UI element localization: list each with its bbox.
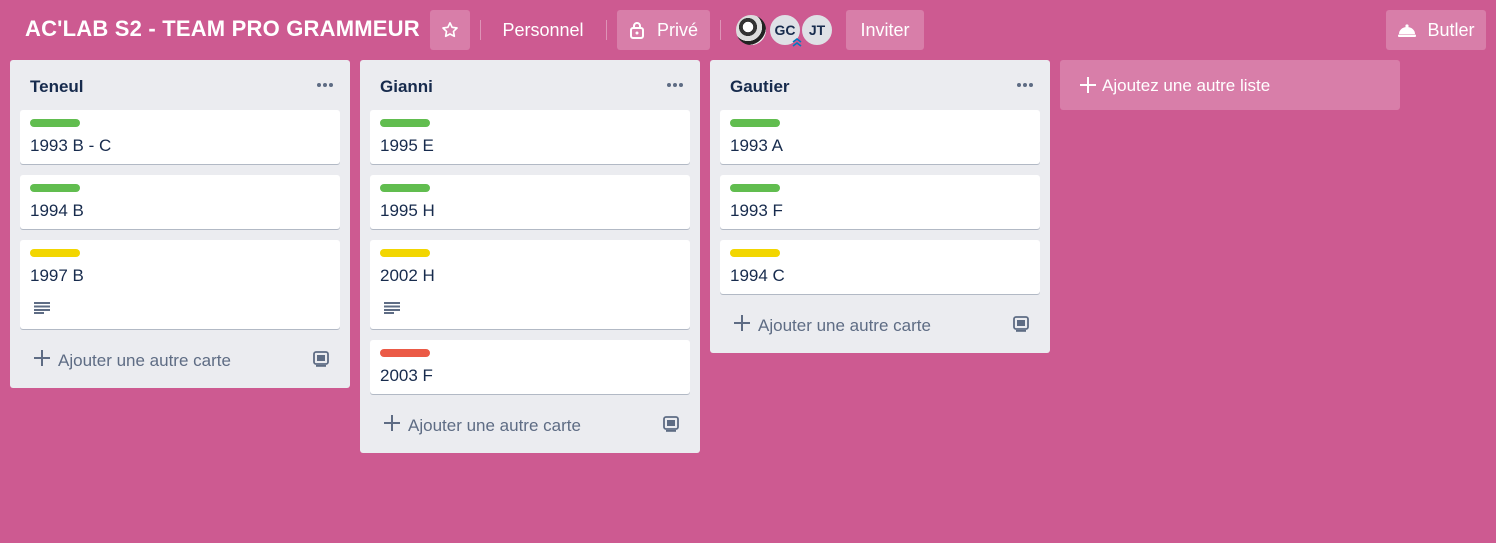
butler-button[interactable]: Butler: [1386, 10, 1486, 50]
add-card-button[interactable]: Ajouter une autre carte: [20, 340, 340, 380]
card-template-icon[interactable]: [1012, 315, 1030, 333]
card[interactable]: 2003 F: [370, 340, 690, 394]
invite-label: Inviter: [860, 19, 910, 40]
add-list-button[interactable]: Ajoutez une autre liste: [1060, 60, 1400, 110]
card[interactable]: 1994 B: [20, 175, 340, 229]
card[interactable]: 1993 F: [720, 175, 1040, 229]
list-title[interactable]: Gianni: [380, 77, 433, 97]
green-label[interactable]: [30, 119, 80, 127]
bell-icon: [1398, 24, 1417, 37]
lock-icon: [629, 22, 644, 39]
visibility-button[interactable]: Privé: [617, 10, 710, 50]
green-label[interactable]: [30, 184, 80, 192]
add-card-label: Ajouter une autre carte: [408, 416, 581, 435]
team-label: Personnel: [502, 19, 584, 40]
list-menu-button[interactable]: [1012, 74, 1038, 96]
list-title[interactable]: Gautier: [730, 77, 790, 97]
list-teneul: Teneul 1993 B - C 1994 B 1997 B Ajouter …: [10, 60, 350, 388]
card[interactable]: 1995 H: [370, 175, 690, 229]
card-title: 1997 B: [30, 266, 84, 285]
member-avatar-photo[interactable]: [734, 13, 768, 47]
plus-icon: [734, 315, 750, 331]
plus-icon: [1080, 77, 1096, 93]
add-card-button[interactable]: Ajouter une autre carte: [370, 405, 690, 445]
board-header: AC'LAB S2 - TEAM PRO GRAMMEUR Personnel …: [0, 0, 1496, 60]
card-title: 1993 F: [730, 201, 783, 220]
butler-label: Butler: [1427, 19, 1475, 40]
list-menu-button[interactable]: [662, 74, 688, 96]
more-icon: [667, 83, 683, 87]
green-label[interactable]: [730, 184, 780, 192]
team-button[interactable]: Personnel: [490, 10, 596, 50]
card-template-icon[interactable]: [312, 350, 330, 368]
description-icon: [34, 302, 50, 314]
list-title[interactable]: Teneul: [30, 77, 84, 97]
add-card-button[interactable]: Ajouter une autre carte: [720, 305, 1040, 345]
card-title: 1993 A: [730, 136, 783, 155]
star-icon: [442, 22, 458, 38]
visibility-label: Privé: [656, 19, 698, 40]
card[interactable]: 1993 A: [720, 110, 1040, 164]
list-gianni: Gianni 1995 E 1995 H 2002 H 2003 F Ajout…: [360, 60, 700, 453]
card-title: 2002 H: [380, 266, 435, 285]
avatar-initials: JT: [808, 22, 826, 38]
green-label[interactable]: [380, 184, 430, 192]
more-icon: [1017, 83, 1033, 87]
green-label[interactable]: [380, 119, 430, 127]
card[interactable]: 1997 B: [20, 240, 340, 329]
card-title: 2003 F: [380, 366, 433, 385]
card[interactable]: 2002 H: [370, 240, 690, 329]
list-header: Gautier: [710, 60, 1050, 110]
list-menu-button[interactable]: [312, 74, 338, 96]
green-label[interactable]: [730, 119, 780, 127]
card-title: 1995 H: [380, 201, 435, 220]
list-header: Gianni: [360, 60, 700, 110]
card-title: 1993 B - C: [30, 136, 112, 155]
add-list-label: Ajoutez une autre liste: [1102, 76, 1271, 95]
invite-button[interactable]: Inviter: [846, 10, 924, 50]
yellow-label[interactable]: [380, 249, 430, 257]
card-template-icon[interactable]: [662, 415, 680, 433]
card[interactable]: 1995 E: [370, 110, 690, 164]
plus-icon: [34, 350, 50, 366]
add-card-label: Ajouter une autre carte: [58, 351, 231, 370]
more-icon: [317, 83, 333, 87]
card[interactable]: 1994 C: [720, 240, 1040, 294]
card-title: 1994 B: [30, 201, 84, 220]
description-icon: [384, 302, 400, 314]
header-divider: [606, 20, 607, 40]
member-avatar-jt[interactable]: JT: [800, 13, 834, 47]
star-button[interactable]: [430, 10, 470, 50]
list-header: Teneul: [10, 60, 350, 110]
yellow-label[interactable]: [30, 249, 80, 257]
header-divider: [480, 20, 481, 40]
board-title[interactable]: AC'LAB S2 - TEAM PRO GRAMMEUR: [25, 16, 420, 42]
red-label[interactable]: [380, 349, 430, 357]
card-title: 1995 E: [380, 136, 434, 155]
card-title: 1994 C: [730, 266, 785, 285]
add-card-label: Ajouter une autre carte: [758, 316, 931, 335]
card[interactable]: 1993 B - C: [20, 110, 340, 164]
list-gautier: Gautier 1993 A 1993 F 1994 C Ajouter une…: [710, 60, 1050, 353]
header-divider: [720, 20, 721, 40]
plus-icon: [384, 415, 400, 431]
yellow-label[interactable]: [730, 249, 780, 257]
